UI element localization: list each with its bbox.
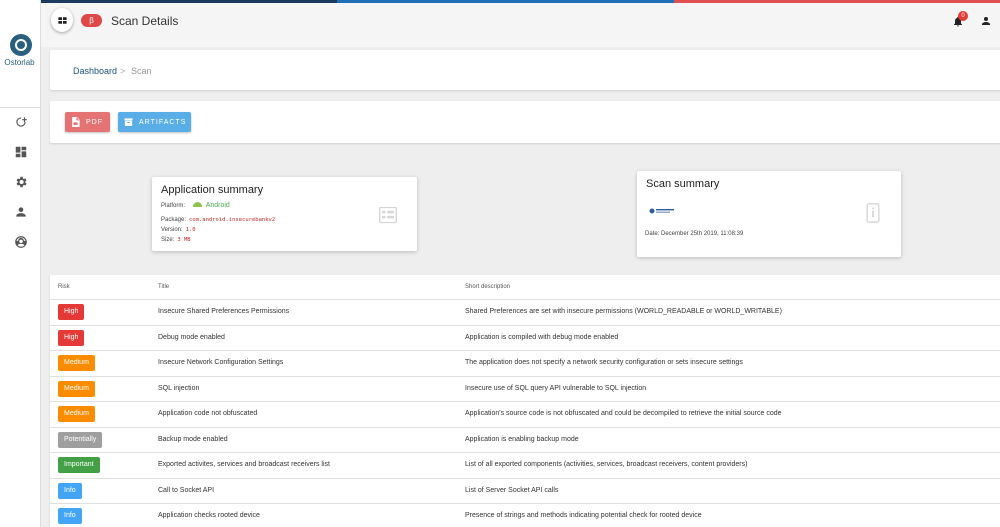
logo-text: Ostorlab	[4, 58, 35, 67]
table-row[interactable]: Info Application checks rooted device Pres…	[50, 504, 1000, 527]
vulnerability-title[interactable]: Debug mode enabled	[158, 334, 225, 341]
menu-toggle-button[interactable]	[51, 8, 73, 32]
vulnerability-title[interactable]: SQL injection	[158, 385, 199, 392]
table-row[interactable]: Important Exported activites, services an…	[50, 453, 1000, 479]
topline-segment-blue	[337, 0, 674, 3]
topline-segment-red	[674, 0, 1000, 3]
risk-badge: Important	[58, 457, 100, 473]
platform-value: Android	[192, 202, 230, 209]
vulnerability-description: Shared Preferences are set with insecure…	[465, 308, 782, 315]
vulnerability-description: Application's source code is not obfusca…	[465, 410, 782, 417]
version-row: Version: 1.0	[161, 227, 196, 233]
dashboard-icon[interactable]	[14, 145, 28, 159]
platform-label: Platform:	[161, 203, 186, 209]
android-icon	[192, 202, 202, 207]
top-bar: β Scan Details 0	[41, 0, 1000, 47]
topline-segment-dark	[41, 0, 337, 3]
breadcrumb-current: Scan	[131, 66, 152, 76]
table-row[interactable]: High Insecure Shared Preferences Permissi…	[50, 300, 1000, 326]
size-label: Size:	[161, 237, 175, 243]
table-row[interactable]: Medium SQL injection Insecure use of SQL q…	[50, 377, 1000, 402]
vulnerability-description: The application does not specify a netwo…	[465, 359, 743, 366]
version-value: 1.0	[185, 227, 196, 233]
header-title: Title	[158, 284, 170, 290]
vulnerability-description: List of all exported components (activit…	[465, 461, 748, 468]
size-value: 3 MB	[177, 237, 191, 243]
pdf-file-icon	[72, 117, 80, 127]
vulnerability-description: Application is compiled with debug mode …	[465, 333, 619, 341]
size-row: Size: 3 MB	[161, 237, 191, 243]
package-value: com.android.insecurebankv2	[189, 217, 276, 223]
risk-badge: High	[58, 304, 85, 320]
user-icon[interactable]	[14, 205, 28, 219]
sidebar: Ostorlab	[0, 0, 41, 527]
logo-mark-icon	[10, 34, 32, 56]
scan-summary-card: Scan summary Date: December 25th 2019, 1…	[637, 171, 901, 257]
archive-icon	[124, 118, 133, 127]
vulnerability-title[interactable]: Insecure Shared Preferences Permissions	[158, 308, 289, 315]
risk-badge: Potentially	[58, 431, 103, 448]
breadcrumb: Dashboard > Scan	[50, 50, 1000, 90]
table-row[interactable]: Info Call to Socket API List of Server Soc…	[50, 479, 1000, 504]
list-document-icon	[379, 206, 397, 224]
scan-summary-title: Scan summary	[646, 178, 720, 190]
risk-badge: Info	[58, 482, 82, 499]
vulnerability-description: Insecure use of SQL query API vulnerable…	[465, 384, 647, 392]
risk-badge: Medium	[58, 355, 95, 371]
breadcrumb-separator: >	[120, 66, 126, 76]
application-summary-card: Application summary Platform: Android Pa…	[152, 177, 417, 251]
vulnerability-title[interactable]: Insecure Network Configuration Settings	[158, 359, 283, 366]
vulnerability-title[interactable]: Application checks rooted device	[158, 512, 260, 519]
page-title: Scan Details	[111, 14, 179, 28]
vulnerability-title[interactable]: Exported activites, services and broadca…	[158, 461, 330, 468]
header-risk: Risk	[58, 284, 70, 290]
security-logo-icon	[649, 208, 674, 214]
platform-row: Platform: Android	[161, 202, 230, 209]
risk-badge: High	[58, 329, 85, 346]
breadcrumb-dashboard-link[interactable]: Dashboard	[73, 66, 117, 76]
vulnerability-description: List of Server Socket API calls	[465, 486, 559, 494]
table-header: Risk Title Short description	[50, 275, 1000, 300]
application-summary-title: Application summary	[161, 184, 264, 196]
risk-badge: Info	[58, 508, 82, 524]
package-label: Package:	[161, 217, 187, 223]
account-circle-icon[interactable]	[14, 235, 28, 249]
artifacts-button-label: ARTIFACTS	[139, 118, 187, 126]
vulnerability-title[interactable]: Backup mode enabled	[158, 436, 228, 443]
version-label: Version:	[161, 227, 183, 233]
settings-icon[interactable]	[14, 175, 28, 189]
mobile-info-icon	[866, 203, 880, 223]
risk-badge: Medium	[58, 406, 95, 422]
vulnerability-title[interactable]: Call to Socket API	[158, 487, 214, 494]
vulnerability-description: Presence of strings and methods indicati…	[465, 512, 702, 519]
grid-menu-icon	[57, 16, 67, 24]
pdf-button-label: PDF	[86, 118, 103, 126]
pdf-button[interactable]: PDF	[65, 112, 110, 132]
table-row[interactable]: Potentially Backup mode enabled Applicatio…	[50, 428, 1000, 453]
package-row: Package: com.android.insecurebankv2	[161, 217, 275, 223]
beta-badge: β	[81, 14, 102, 27]
brand-logo[interactable]: Ostorlab	[4, 34, 36, 67]
platform-name: Android	[205, 202, 230, 209]
account-icon[interactable]	[980, 15, 992, 27]
artifacts-button[interactable]: ARTIFACTS	[118, 112, 191, 132]
actions-bar: PDF ARTIFACTS	[50, 101, 1000, 143]
sidebar-divider	[0, 107, 41, 108]
table-row[interactable]: Medium Insecure Network Configuration Set…	[50, 351, 1000, 377]
vulnerability-description: Application is enabling backup mode	[465, 435, 579, 443]
table-row[interactable]: Medium Application code not obfuscated App…	[50, 402, 1000, 428]
risk-badge: Medium	[58, 380, 95, 397]
notifications-count-badge: 0	[958, 11, 968, 21]
header-short-description: Short description	[465, 284, 511, 290]
table-row[interactable]: High Debug mode enabled Application is com…	[50, 326, 1000, 351]
vulnerabilities-table: Risk Title Short description High Insecur…	[50, 275, 1000, 527]
scan-date: Date: December 25th 2019, 11:08:39	[645, 231, 744, 237]
vulnerability-title[interactable]: Application code not obfuscated	[158, 410, 257, 417]
new-scan-icon[interactable]	[14, 115, 28, 129]
